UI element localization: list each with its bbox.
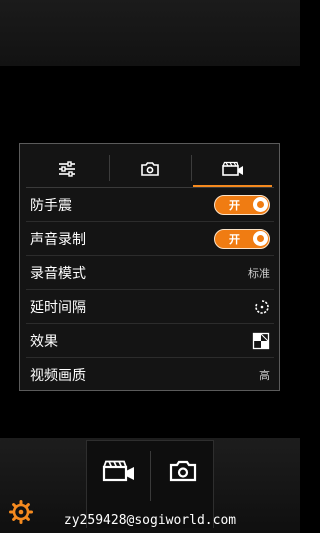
toggle-state-label: 开 — [229, 232, 240, 246]
effect-icon — [252, 332, 270, 349]
top-status-bar — [0, 0, 300, 66]
watermark-text: zy259428@sogiworld.com — [63, 513, 237, 528]
setting-effects[interactable]: 效果 — [26, 324, 274, 358]
stabilization-toggle[interactable]: 开 — [214, 194, 270, 215]
tab-general-settings[interactable] — [26, 151, 109, 187]
toggle-knob — [253, 230, 268, 246]
setting-label: 效果 — [30, 333, 58, 350]
setting-video-quality[interactable]: 视频画质 高 — [26, 358, 274, 392]
setting-label: 防手震 — [30, 197, 72, 214]
settings-list: 防手震 开 声音录制 开 录音模式 标准 延时间隔 效果 视频画质 高 — [26, 188, 274, 392]
setting-audio-recording[interactable]: 声音录制 开 — [26, 222, 274, 256]
sliders-icon — [59, 161, 76, 177]
settings-panel: 防手震 开 声音录制 开 录音模式 标准 延时间隔 效果 视频画质 高 — [19, 143, 280, 391]
tab-photo-settings[interactable] — [108, 151, 192, 187]
tab-video-settings[interactable] — [191, 151, 274, 187]
setting-stabilization[interactable]: 防手震 开 — [26, 188, 274, 222]
setting-label: 录音模式 — [30, 265, 86, 282]
setting-time-lapse[interactable]: 延时间隔 — [26, 290, 274, 324]
setting-label: 声音录制 — [30, 231, 86, 248]
video-camera-icon — [221, 161, 243, 176]
camera-icon — [141, 162, 159, 176]
timer-icon — [255, 299, 269, 314]
toggle-state-label: 开 — [229, 198, 240, 212]
setting-value: 高 — [259, 369, 270, 382]
setting-label: 视频画质 — [30, 368, 86, 384]
setting-value: 标准 — [248, 266, 270, 280]
setting-audio-mode[interactable]: 录音模式 标准 — [26, 256, 274, 290]
camera-icon — [169, 460, 196, 482]
video-mode-button[interactable] — [87, 441, 150, 501]
setting-label: 延时间隔 — [30, 299, 86, 316]
video-camera-icon — [102, 460, 134, 482]
settings-tabs — [26, 151, 274, 187]
photo-mode-button[interactable] — [151, 441, 214, 501]
toggle-knob — [253, 196, 268, 212]
audio-recording-toggle[interactable]: 开 — [214, 228, 270, 249]
